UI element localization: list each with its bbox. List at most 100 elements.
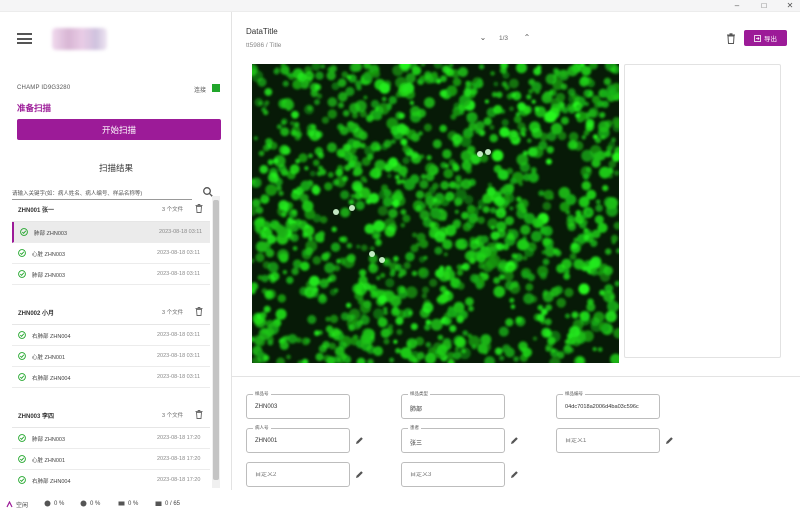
export-button[interactable]: 导出 xyxy=(744,30,787,46)
cell-blob xyxy=(578,283,590,295)
patient-name-field[interactable]: 患者 张三 xyxy=(401,425,505,453)
cell-blob xyxy=(348,199,355,206)
cell-blob xyxy=(369,169,378,178)
cell-blob xyxy=(394,174,400,180)
cell-blob xyxy=(350,193,356,199)
cell-blob xyxy=(296,337,302,343)
pencil-icon[interactable] xyxy=(510,436,519,445)
custom-field-1-input[interactable] xyxy=(565,438,655,444)
cell-blob xyxy=(507,265,515,273)
trash-icon[interactable] xyxy=(195,204,203,213)
cell-blob xyxy=(546,146,554,154)
cell-blob xyxy=(272,173,277,179)
cell-blob xyxy=(434,246,443,255)
cell-blob xyxy=(452,164,460,172)
sample-number-field[interactable]: 样品号 ZHN003 xyxy=(246,391,350,419)
sample-type-value: 肺部 xyxy=(410,407,423,413)
cell-blob xyxy=(428,228,434,234)
cell-blob xyxy=(327,97,338,107)
trash-icon[interactable] xyxy=(726,33,736,44)
chevron-down-icon[interactable]: ⌄ xyxy=(478,33,488,43)
start-scan-button[interactable]: 开始扫描 xyxy=(17,119,221,140)
scrollbar-thumb[interactable] xyxy=(213,200,219,480)
scan-list-item[interactable]: 肺部 ZHN003 2023-08-18 17:20 xyxy=(12,428,210,449)
sample-id-field[interactable]: 样品编号 04dc7018a2006d4ba03c596c xyxy=(556,391,660,419)
custom-field-2[interactable] xyxy=(246,462,350,487)
scan-list-item[interactable]: 心脏 ZHN001 2023-08-18 03:11 xyxy=(12,346,210,367)
cell-blob xyxy=(324,262,335,274)
cell-blob xyxy=(501,119,509,127)
maximize-button[interactable]: □ xyxy=(755,0,773,12)
custom-field-3[interactable] xyxy=(401,462,505,487)
cell-blob xyxy=(421,293,427,299)
cell-blob xyxy=(420,173,427,180)
cell-blob xyxy=(475,128,481,134)
pencil-icon[interactable] xyxy=(510,470,519,479)
cell-blob xyxy=(395,348,401,354)
scan-time: 2023-08-18 17:20 xyxy=(157,477,201,483)
cell-blob xyxy=(582,219,588,225)
pencil-icon[interactable] xyxy=(665,436,674,445)
trash-icon[interactable] xyxy=(195,307,203,316)
custom-field-3-input[interactable] xyxy=(410,472,500,478)
custom-field-1[interactable] xyxy=(556,428,660,453)
cell-blob xyxy=(383,310,388,315)
pencil-icon[interactable] xyxy=(355,436,364,445)
cell-blob xyxy=(567,65,579,77)
hamburger-menu-icon[interactable] xyxy=(17,33,32,44)
scan-time: 2023-08-18 03:11 xyxy=(157,332,201,338)
cell-blob xyxy=(563,268,568,274)
scan-list-item[interactable]: 肺部 ZHN003 2023-08-18 03:11 xyxy=(12,264,210,285)
cell-blob xyxy=(278,253,289,263)
patient-group-header[interactable]: ZHN002 小月 3 个文件 xyxy=(12,299,210,325)
cell-blob xyxy=(276,185,282,191)
cell-blob xyxy=(383,338,390,345)
patient-group-header[interactable]: ZHN001 张一 3 个文件 xyxy=(12,196,210,222)
cell-blob xyxy=(516,238,529,251)
patient-group-header[interactable]: ZHN003 李四 3 个文件 xyxy=(12,402,210,428)
patient-number-field[interactable]: 病人号 ZHN001 xyxy=(246,425,350,453)
check-circle-icon xyxy=(18,434,26,442)
close-button[interactable]: ✕ xyxy=(781,0,799,12)
scan-list-item[interactable]: 心脏 ZHN003 2023-08-18 03:11 xyxy=(12,243,210,264)
cell-blob xyxy=(261,194,267,201)
custom-field-2-input[interactable] xyxy=(255,472,345,478)
sample-type-label: 样品类型 xyxy=(408,391,430,397)
cell-blob xyxy=(424,97,435,108)
trash-icon[interactable] xyxy=(195,410,203,419)
app-logo xyxy=(52,28,107,50)
cell-blob xyxy=(257,77,267,87)
minimize-button[interactable]: – xyxy=(728,0,746,12)
cell-blob xyxy=(516,207,528,219)
cell-blob xyxy=(556,298,566,308)
cell-blob xyxy=(276,124,282,130)
sample-id-value: 04dc7018a2006d4ba03c596c xyxy=(565,404,639,410)
cell-blob xyxy=(341,71,349,78)
cell-blob xyxy=(462,330,468,336)
cell-blob xyxy=(601,100,609,108)
data-title: DataTitle xyxy=(246,27,278,36)
scan-list-item[interactable]: 右肺部 ZHN004 2023-08-18 03:11 xyxy=(12,367,210,388)
cell-blob xyxy=(307,105,313,111)
scrollbar[interactable] xyxy=(212,196,220,488)
cell-blob xyxy=(372,70,381,79)
cell-blob xyxy=(496,91,503,98)
scan-list-item[interactable]: 右肺部 ZHN004 2023-08-18 17:20 xyxy=(12,470,210,488)
cell-blob xyxy=(265,138,273,146)
cell-blob xyxy=(594,215,604,225)
scan-list-item[interactable]: 右肺部 ZHN004 2023-08-18 03:11 xyxy=(12,325,210,346)
scan-list-item[interactable]: 肺部 ZHN003 2023-08-18 03:11 xyxy=(12,222,210,243)
scan-list-item[interactable]: 心脏 ZHN001 2023-08-18 17:20 xyxy=(12,449,210,470)
pencil-icon[interactable] xyxy=(355,470,364,479)
chevron-up-icon[interactable]: ⌃ xyxy=(522,33,532,43)
cell-blob xyxy=(590,317,600,327)
cell-blob xyxy=(592,347,597,352)
cell-blob xyxy=(578,241,584,247)
cell-blob xyxy=(581,135,586,140)
cell-blob xyxy=(270,272,280,281)
scan-name: 右肺部 ZHN004 xyxy=(32,334,71,340)
sample-type-field[interactable]: 样品类型 肺部 xyxy=(401,391,505,419)
fluorescence-image xyxy=(252,64,619,363)
cell-blob xyxy=(409,100,414,105)
cell-blob xyxy=(329,314,339,324)
